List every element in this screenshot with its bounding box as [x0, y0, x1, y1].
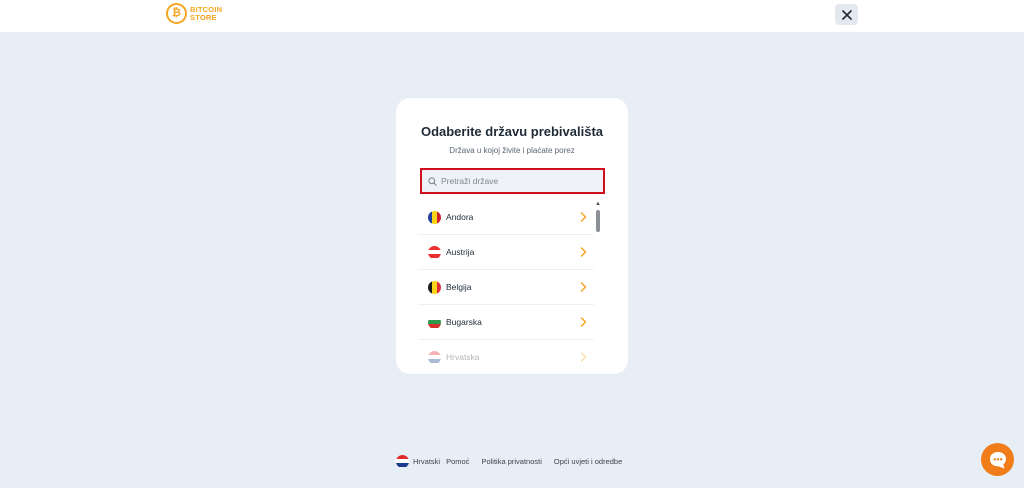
scroll-thumb[interactable] — [596, 210, 600, 232]
language-selector[interactable]: Hrvatski — [413, 457, 440, 466]
footer-link-help[interactable]: Pomoć — [446, 457, 469, 466]
croatia-flag-icon — [428, 350, 441, 364]
country-search-input[interactable] — [441, 176, 591, 186]
chevron-right-icon — [578, 247, 588, 257]
country-name: Belgija — [446, 282, 472, 292]
country-list: Andora Austrija Belgija Bugarska Hrvatska — [418, 200, 594, 372]
country-name: Andora — [446, 212, 474, 222]
chevron-right-icon — [578, 212, 588, 222]
bulgaria-flag-icon — [428, 315, 441, 329]
country-name: Bugarska — [446, 317, 482, 327]
footer: Hrvatski Pomoć Politika privatnosti Opći… — [396, 454, 632, 468]
chevron-right-icon — [578, 352, 588, 362]
chat-button[interactable] — [981, 443, 1014, 476]
close-button[interactable] — [835, 4, 858, 25]
andorra-flag-icon — [428, 210, 441, 224]
logo-text: BITCOIN STORE — [190, 5, 222, 22]
country-row[interactable]: Austrija — [418, 235, 594, 270]
search-icon — [428, 176, 437, 186]
modal-title: Odaberite državu prebivališta — [420, 124, 604, 139]
country-list-scrollbar[interactable]: ▲ — [594, 201, 602, 371]
austria-flag-icon — [428, 245, 441, 259]
country-row[interactable]: Andora — [418, 200, 594, 235]
country-name: Austrija — [446, 247, 475, 257]
chat-bubble-icon — [989, 451, 1006, 468]
chevron-right-icon — [578, 282, 588, 292]
modal-subtitle: Država u kojoj živite i plaćate porez — [449, 146, 575, 155]
top-bar: ₿ BITCOIN STORE — [0, 0, 1024, 32]
footer-link-terms[interactable]: Opći uvjeti i odredbe — [554, 457, 622, 466]
chevron-right-icon — [578, 317, 588, 327]
croatia-flag-icon[interactable] — [396, 454, 409, 468]
footer-link-privacy[interactable]: Politika privatnosti — [481, 457, 541, 466]
country-search-box[interactable] — [420, 168, 605, 194]
country-row[interactable]: Belgija — [418, 270, 594, 305]
bitcoin-icon: ₿ — [166, 3, 187, 24]
country-row[interactable]: Hrvatska — [418, 340, 594, 372]
country-row[interactable]: Bugarska — [418, 305, 594, 340]
belgium-flag-icon — [428, 280, 441, 294]
close-icon — [841, 9, 852, 20]
logo-line2: STORE — [190, 12, 217, 22]
country-name: Hrvatska — [446, 352, 480, 362]
bitcoin-store-logo[interactable]: ₿ BITCOIN STORE — [166, 3, 222, 24]
scroll-up-arrow-icon[interactable]: ▲ — [595, 201, 601, 207]
